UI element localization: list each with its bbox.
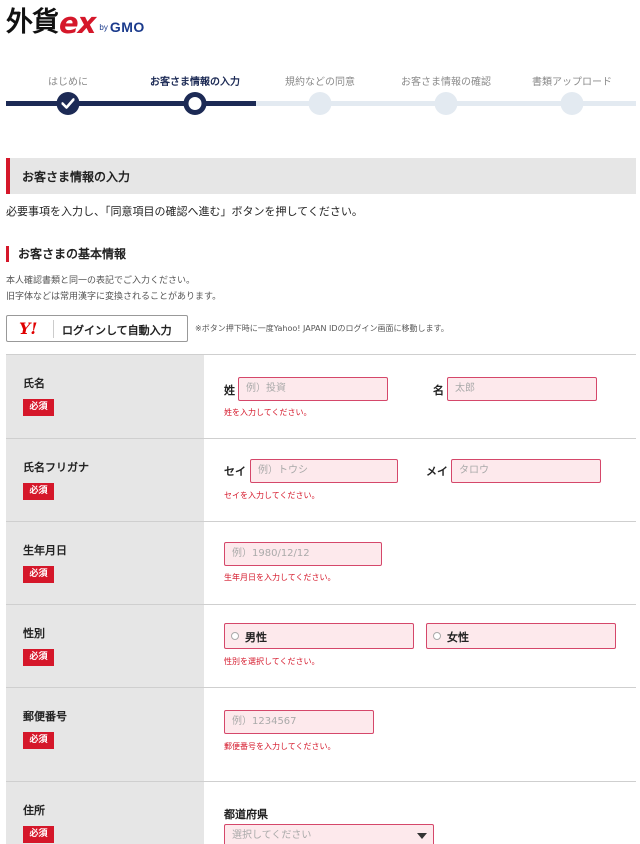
label-cell-name: 氏名 必須 bbox=[6, 355, 204, 438]
value-cell-kana: セイ 例）トウシ メイ タロウ セイを入力してください。 bbox=[204, 439, 636, 521]
prefecture-select-value: 選択してください bbox=[232, 830, 312, 841]
yahoo-autofill-button[interactable]: Y! ログインして自動入力 bbox=[6, 315, 188, 342]
label-cell-address: 住所 必須 bbox=[6, 782, 204, 844]
yahoo-note: ※ボタン押下時に一度Yahoo! JAPAN IDのログイン画面に移動します。 bbox=[195, 324, 449, 333]
first-name-input[interactable]: 太郎 bbox=[447, 377, 597, 401]
zip-error: 郵便番号を入力してください。 bbox=[224, 742, 336, 751]
step-dot-upload bbox=[560, 92, 584, 115]
section-title: お客さま情報の入力 bbox=[22, 170, 131, 184]
step-label-agreement: 規約などの同意 bbox=[285, 77, 355, 88]
form-row-zip: 郵便番号 必須 例）1234567 郵便番号を入力してください。 bbox=[6, 687, 636, 781]
name-error: 姓を入力してください。 bbox=[224, 408, 312, 417]
logo-main-text: 外貨 bbox=[6, 7, 59, 38]
required-badge: 必須 bbox=[23, 399, 54, 416]
birth-date-input[interactable]: 例）1980/12/12 bbox=[224, 542, 382, 566]
step-dot-intro bbox=[56, 92, 80, 115]
prefecture-label: 都道府県 bbox=[224, 808, 268, 821]
logo-gmo-text: GMO bbox=[109, 19, 145, 35]
field-label-address: 住所 bbox=[23, 804, 45, 817]
form-row-birth: 生年月日 必須 例）1980/12/12 生年月日を入力してください。 bbox=[6, 521, 636, 604]
field-label-kana: 氏名フリガナ bbox=[23, 461, 89, 474]
basic-info-title: お客さまの基本情報 bbox=[6, 246, 126, 262]
logo-by-text: by bbox=[99, 23, 108, 32]
form-row-name: 氏名 必須 姓 例）投資 名 太郎 姓を入力してください。 bbox=[6, 354, 636, 438]
form-row-address: 住所 必須 都道府県 選択してください bbox=[6, 781, 636, 844]
label-cell-zip: 郵便番号 必須 bbox=[6, 688, 204, 781]
birth-error: 生年月日を入力してください。 bbox=[224, 573, 336, 582]
required-badge: 必須 bbox=[23, 649, 54, 666]
brand-logo: 外貨 ex by GMO bbox=[6, 4, 145, 40]
required-badge: 必須 bbox=[23, 566, 54, 583]
gender-male-option[interactable]: 男性 bbox=[224, 623, 414, 649]
value-cell-zip: 例）1234567 郵便番号を入力してください。 bbox=[204, 688, 636, 781]
step-label-input: お客さま情報の入力 bbox=[150, 77, 240, 88]
required-badge: 必須 bbox=[23, 732, 54, 749]
section-header: お客さま情報の入力 bbox=[6, 158, 636, 194]
field-label-name: 氏名 bbox=[23, 377, 45, 390]
field-label-gender: 性別 bbox=[23, 627, 45, 640]
step-label-confirm: お客さま情報の確認 bbox=[401, 77, 491, 88]
gender-male-label: 男性 bbox=[245, 631, 267, 644]
field-label-zip: 郵便番号 bbox=[23, 710, 67, 723]
last-kana-input[interactable]: 例）トウシ bbox=[250, 459, 398, 483]
last-name-prefix: 姓 bbox=[224, 384, 235, 397]
first-kana-prefix: メイ bbox=[426, 465, 448, 478]
chevron-down-icon bbox=[417, 833, 427, 839]
value-cell-gender: 男性 女性 性別を選択してください。 bbox=[204, 605, 636, 687]
first-name-prefix: 名 bbox=[433, 384, 444, 397]
yahoo-button-divider bbox=[53, 320, 54, 338]
kana-error: セイを入力してください。 bbox=[224, 491, 320, 500]
required-badge: 必須 bbox=[23, 826, 54, 843]
last-kana-prefix: セイ bbox=[224, 465, 246, 478]
last-name-input[interactable]: 例）投資 bbox=[238, 377, 388, 401]
section-intro: 必要事項を入力し、「同意項目の確認へ進む」ボタンを押してください。 bbox=[6, 205, 363, 218]
form-row-gender: 性別 必須 男性 女性 性別を選択してください。 bbox=[6, 604, 636, 687]
progress-steps: はじめに お客さま情報の入力 規約などの同意 お客さま情報の確認 書類アップロー… bbox=[0, 70, 640, 120]
basic-info-note-2: 旧字体などは常用漢字に変換されることがあります。 bbox=[6, 292, 222, 302]
label-cell-kana: 氏名フリガナ 必須 bbox=[6, 439, 204, 521]
check-icon bbox=[61, 98, 75, 109]
basic-info-note-1: 本人確認書類と同一の表記でご入力ください。 bbox=[6, 276, 196, 286]
first-kana-input[interactable]: タロウ bbox=[451, 459, 601, 483]
label-cell-gender: 性別 必須 bbox=[6, 605, 204, 687]
gender-female-label: 女性 bbox=[447, 631, 469, 644]
step-dot-confirm bbox=[434, 92, 458, 115]
step-dot-input bbox=[183, 92, 207, 115]
step-label-upload: 書類アップロード bbox=[532, 77, 612, 88]
field-label-birth: 生年月日 bbox=[23, 544, 67, 557]
gender-female-option[interactable]: 女性 bbox=[426, 623, 616, 649]
radio-icon bbox=[433, 632, 441, 640]
step-label-intro: はじめに bbox=[48, 77, 88, 88]
radio-icon bbox=[231, 632, 239, 640]
value-cell-birth: 例）1980/12/12 生年月日を入力してください。 bbox=[204, 522, 636, 604]
gender-error: 性別を選択してください。 bbox=[224, 657, 320, 666]
step-dot-agreement bbox=[308, 92, 332, 115]
required-badge: 必須 bbox=[23, 483, 54, 500]
label-cell-birth: 生年月日 必須 bbox=[6, 522, 204, 604]
prefecture-select[interactable]: 選択してください bbox=[224, 824, 434, 844]
form-row-kana: 氏名フリガナ 必須 セイ 例）トウシ メイ タロウ セイを入力してください。 bbox=[6, 438, 636, 521]
yahoo-button-label: ログインして自動入力 bbox=[62, 324, 172, 337]
logo-ex-text: ex bbox=[59, 6, 96, 40]
value-cell-name: 姓 例）投資 名 太郎 姓を入力してください。 bbox=[204, 355, 636, 438]
progress-track-done bbox=[6, 101, 256, 106]
zip-code-input[interactable]: 例）1234567 bbox=[224, 710, 374, 734]
value-cell-address: 都道府県 選択してください bbox=[204, 782, 636, 844]
yahoo-icon: Y! bbox=[19, 319, 38, 338]
